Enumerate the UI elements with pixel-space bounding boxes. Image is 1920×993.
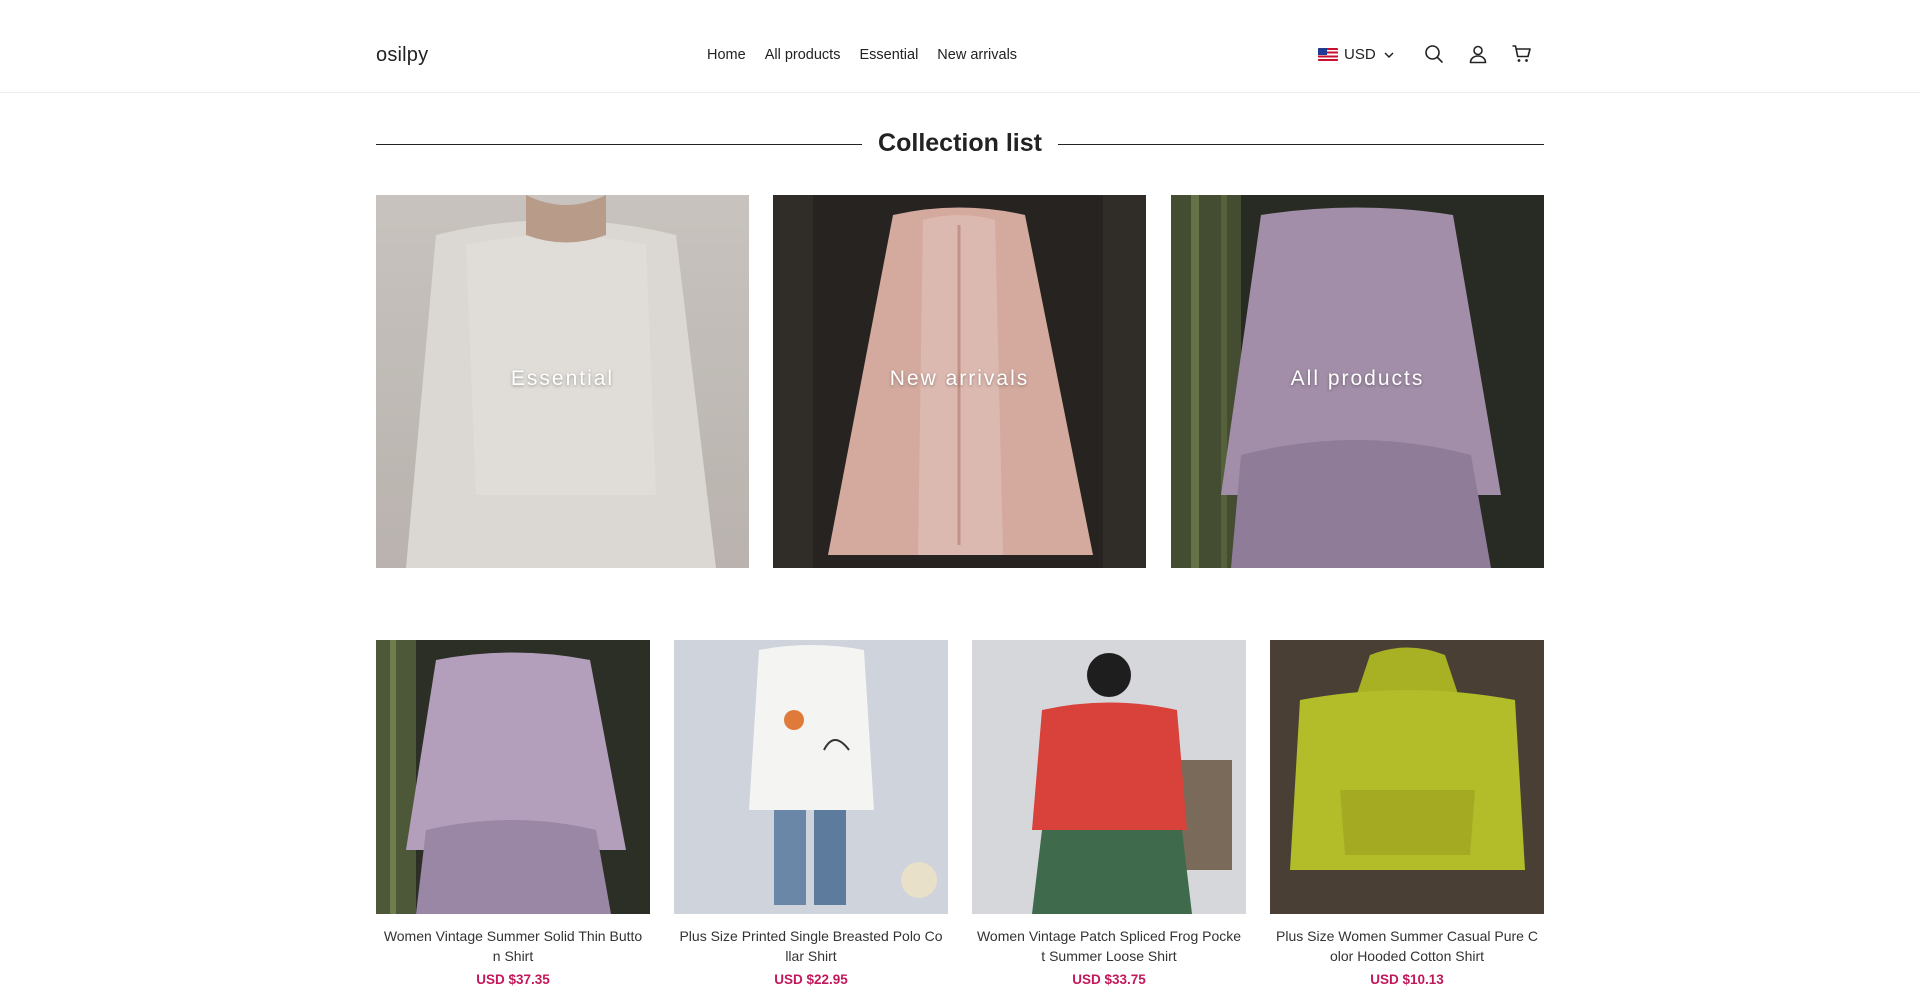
collection-tile-all-products[interactable]: All products: [1171, 195, 1544, 568]
cart-icon[interactable]: [1511, 43, 1533, 65]
product-card: Women Vintage Summer Solid Thin Button S…: [376, 640, 650, 987]
currency-label: USD: [1344, 46, 1376, 63]
main-nav: Home All products Essential New arrivals: [707, 47, 1017, 63]
product-card: Plus Size Printed Single Breasted Polo C…: [674, 640, 948, 987]
product-card: Women Vintage Patch Spliced Frog Pocket …: [972, 640, 1246, 987]
product-name[interactable]: Women Vintage Patch Spliced Frog Pocket …: [972, 926, 1246, 966]
collection-label-all-products: All products: [1290, 367, 1425, 390]
collection-tile-essential[interactable]: Essential: [376, 195, 749, 568]
product-image[interactable]: [972, 640, 1246, 914]
collection-label-essential: Essential: [510, 367, 615, 390]
product-image[interactable]: [1270, 640, 1544, 914]
product-name[interactable]: Plus Size Women Summer Casual Pure Color…: [1270, 926, 1544, 966]
product-price: USD $10.13: [1370, 972, 1444, 987]
nav-all-products[interactable]: All products: [765, 47, 841, 63]
chevron-down-icon: [1384, 51, 1394, 58]
search-icon[interactable]: [1423, 43, 1445, 65]
product-price: USD $37.35: [476, 972, 550, 987]
site-header: osilpy Home All products Essential New a…: [0, 0, 1920, 93]
collection-tile-new-arrivals[interactable]: New arrivals: [773, 195, 1146, 568]
collection-list-heading: Collection list: [376, 125, 1544, 165]
product-name[interactable]: Plus Size Printed Single Breasted Polo C…: [674, 926, 948, 966]
store-logo[interactable]: osilpy: [376, 44, 428, 67]
product-price: USD $33.75: [1072, 972, 1146, 987]
heading-divider-right: [1058, 144, 1544, 145]
nav-essential[interactable]: Essential: [859, 47, 918, 63]
product-card: Plus Size Women Summer Casual Pure Color…: [1270, 640, 1544, 987]
nav-home[interactable]: Home: [707, 47, 746, 63]
nav-new-arrivals[interactable]: New arrivals: [937, 47, 1017, 63]
product-name[interactable]: Women Vintage Summer Solid Thin Button S…: [376, 926, 650, 966]
collection-label-new-arrivals: New arrivals: [889, 367, 1030, 390]
currency-selector[interactable]: USD: [1318, 46, 1396, 63]
us-flag-icon: [1318, 48, 1338, 61]
product-image[interactable]: [376, 640, 650, 914]
product-image[interactable]: [674, 640, 948, 914]
account-icon[interactable]: [1467, 43, 1489, 65]
product-price: USD $22.95: [774, 972, 848, 987]
